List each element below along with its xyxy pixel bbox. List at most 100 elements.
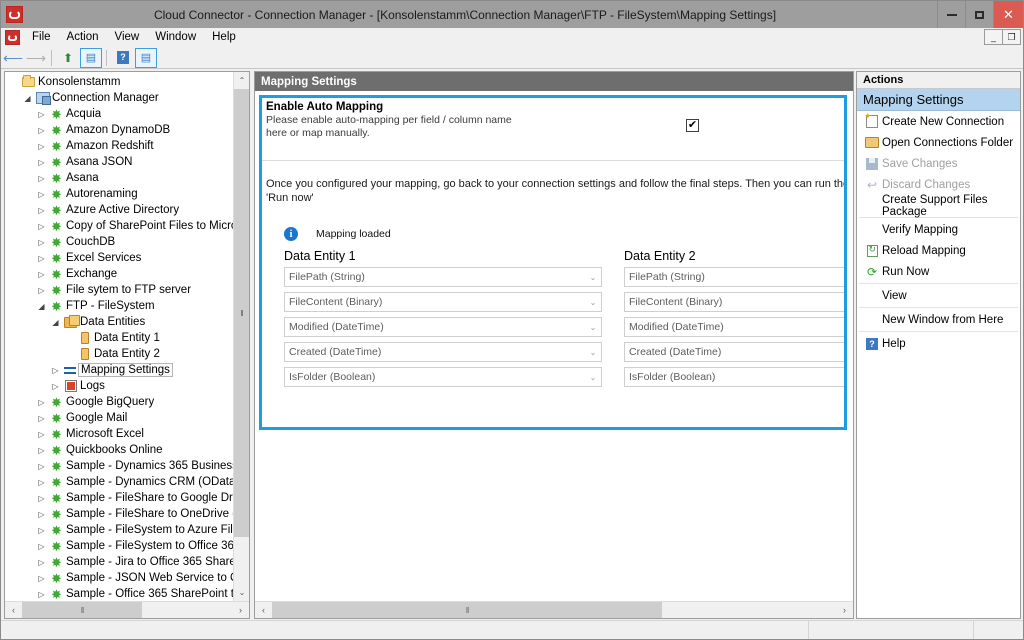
- maximize-button[interactable]: [965, 1, 993, 28]
- tree-item[interactable]: ▷✸Google Mail: [5, 410, 233, 426]
- tree-item[interactable]: ▷✸Exchange: [5, 266, 233, 282]
- tree-expander-icon[interactable]: ▷: [35, 110, 48, 119]
- field-mapping-dropdown[interactable]: FilePath (String): [624, 267, 847, 287]
- menu-item-action[interactable]: Action: [59, 29, 107, 45]
- tree-expander-icon[interactable]: ▷: [35, 174, 48, 183]
- tree-expander-icon[interactable]: ▷: [35, 510, 48, 519]
- tree-item[interactable]: ▷✸Autorenaming: [5, 186, 233, 202]
- tree-item[interactable]: ▷✸Sample - FileShare to Google Drive: [5, 490, 233, 506]
- tree-expander-icon[interactable]: ▷: [35, 270, 48, 279]
- detail-horizontal-scrollbar[interactable]: ‹ ‖ ›: [255, 601, 853, 618]
- action-item[interactable]: Create New Connection: [857, 111, 1020, 132]
- back-arrow-icon[interactable]: ⟵: [2, 48, 24, 68]
- tree-item[interactable]: ▷✸Asana: [5, 170, 233, 186]
- tree-expander-icon[interactable]: ▷: [35, 398, 48, 407]
- tree-item[interactable]: ▷✸Azure Active Directory: [5, 202, 233, 218]
- tree-expander-icon[interactable]: ▷: [49, 382, 62, 391]
- chevron-down-icon[interactable]: ⌄: [585, 323, 601, 332]
- tree-vertical-scrollbar[interactable]: ⌃ ‖ ⌄: [233, 72, 249, 601]
- tree-item[interactable]: ▷✸CouchDB: [5, 234, 233, 250]
- chevron-down-icon[interactable]: ⌄: [585, 348, 601, 357]
- action-item[interactable]: ?Help: [857, 333, 1020, 354]
- action-item[interactable]: View: [857, 285, 1020, 306]
- chevron-down-icon[interactable]: ⌄: [585, 298, 601, 307]
- forward-arrow-icon[interactable]: ⟶: [25, 48, 47, 68]
- enable-auto-mapping-checkbox[interactable]: ✔: [686, 119, 699, 132]
- up-one-level-icon[interactable]: ⬆: [57, 48, 79, 68]
- tree-expander-icon[interactable]: ▷: [35, 254, 48, 263]
- field-mapping-dropdown[interactable]: Modified (DateTime)⌄: [284, 317, 602, 337]
- action-item[interactable]: New Window from Here: [857, 309, 1020, 330]
- tree-expander-icon[interactable]: ▷: [35, 590, 48, 599]
- tree-expander-icon[interactable]: ▷: [35, 478, 48, 487]
- tree-item[interactable]: ▷✸Sample - FileSystem to Azure File Stor…: [5, 522, 233, 538]
- tree-item[interactable]: Konsolenstamm: [5, 74, 233, 90]
- field-mapping-dropdown[interactable]: FileContent (Binary)⌄: [284, 292, 602, 312]
- tree-expander-icon[interactable]: ▷: [35, 222, 48, 231]
- tree-item[interactable]: ▷✸Asana JSON: [5, 154, 233, 170]
- tree-item[interactable]: ▷Mapping Settings: [5, 362, 233, 378]
- tree-expander-icon[interactable]: ◢: [35, 302, 48, 311]
- help-icon[interactable]: ?: [112, 48, 134, 68]
- tree-vscroll-thumb[interactable]: ‖: [234, 89, 250, 537]
- detail-hscroll-thumb[interactable]: ‖: [272, 602, 662, 618]
- action-item[interactable]: Create Support Files Package: [857, 195, 1020, 216]
- field-mapping-dropdown[interactable]: FilePath (String)⌄: [284, 267, 602, 287]
- tree-expander-icon[interactable]: ▷: [35, 430, 48, 439]
- tree-expander-icon[interactable]: ▷: [35, 542, 48, 551]
- tree-item[interactable]: ▷✸Sample - Office 365 SharePoint to Micr: [5, 586, 233, 601]
- tree-item[interactable]: ▷✸Quickbooks Online: [5, 442, 233, 458]
- tree-expander-icon[interactable]: ◢: [49, 318, 62, 327]
- tree-item[interactable]: Data Entity 2: [5, 346, 233, 362]
- field-mapping-dropdown[interactable]: Created (DateTime): [624, 342, 847, 362]
- tree-expander-icon[interactable]: ▷: [35, 558, 48, 567]
- tree-item[interactable]: ▷✸Google BigQuery: [5, 394, 233, 410]
- tree-item[interactable]: ▷✸Amazon DynamoDB: [5, 122, 233, 138]
- tree-expander-icon[interactable]: ▷: [35, 446, 48, 455]
- tree-item[interactable]: ◢✸FTP - FileSystem: [5, 298, 233, 314]
- tree-expander-icon[interactable]: ▷: [35, 494, 48, 503]
- tree-item[interactable]: ▷✸Sample - JSON Web Service to Office 3: [5, 570, 233, 586]
- detail-hscroll-track[interactable]: ‖: [272, 602, 836, 618]
- tree-item[interactable]: ▷✸Sample - FileShare to OneDrive (FastFi…: [5, 506, 233, 522]
- chevron-down-icon[interactable]: ⌄: [585, 273, 601, 282]
- tree-expander-icon[interactable]: ▷: [35, 126, 48, 135]
- tree-vscroll-track[interactable]: ‖: [234, 89, 250, 584]
- tree-scroll-down-button[interactable]: ⌄: [234, 584, 250, 601]
- tree-item[interactable]: ▷✸Microsoft Excel: [5, 426, 233, 442]
- tree-item[interactable]: ▷Logs: [5, 378, 233, 394]
- tree-item[interactable]: ▷✸Sample - FileSystem to Office 365 Shar: [5, 538, 233, 554]
- action-item[interactable]: Verify Mapping: [857, 219, 1020, 240]
- field-mapping-dropdown[interactable]: Modified (DateTime): [624, 317, 847, 337]
- tree-expander-icon[interactable]: ▷: [35, 286, 48, 295]
- tree-expander-icon[interactable]: ▷: [35, 526, 48, 535]
- tree-item[interactable]: ▷✸Copy of SharePoint Files to Microsoft …: [5, 218, 233, 234]
- action-item[interactable]: ⟳Run Now: [857, 261, 1020, 282]
- tree-hscroll-thumb[interactable]: ‖: [22, 602, 142, 618]
- mdi-restore-button[interactable]: ❐: [1002, 29, 1021, 45]
- tree-scroll-left-button[interactable]: ‹: [5, 602, 22, 618]
- tree-expander-icon[interactable]: ▷: [35, 158, 48, 167]
- tree-horizontal-scrollbar[interactable]: ‹ ‖ ›: [5, 601, 249, 618]
- chevron-down-icon[interactable]: ⌄: [585, 373, 601, 382]
- tree-expander-icon[interactable]: ▷: [49, 366, 62, 375]
- minimize-button[interactable]: [937, 1, 965, 28]
- tree-expander-icon[interactable]: ▷: [35, 574, 48, 583]
- field-mapping-dropdown[interactable]: IsFolder (Boolean)⌄: [284, 367, 602, 387]
- tree-item[interactable]: ▷✸Sample - Dynamics CRM (OData) to Of: [5, 474, 233, 490]
- tree-expander-icon[interactable]: ◢: [21, 94, 34, 103]
- detail-scroll-left-button[interactable]: ‹: [255, 602, 272, 618]
- tree-item[interactable]: ▷✸Excel Services: [5, 250, 233, 266]
- show-action-pane-icon[interactable]: ▤: [135, 48, 157, 68]
- tree-expander-icon[interactable]: ▷: [35, 462, 48, 471]
- tree-expander-icon[interactable]: ▷: [35, 238, 48, 247]
- menu-item-view[interactable]: View: [107, 29, 148, 45]
- tree-hscroll-track[interactable]: ‖: [22, 602, 232, 618]
- tree-item[interactable]: ▷✸Sample - Jira to Office 365 SharePoint: [5, 554, 233, 570]
- field-mapping-dropdown[interactable]: FileContent (Binary): [624, 292, 847, 312]
- menu-item-help[interactable]: Help: [204, 29, 244, 45]
- show-console-tree-icon[interactable]: ▤: [80, 48, 102, 68]
- tree-item[interactable]: ◢Connection Manager: [5, 90, 233, 106]
- tree-expander-icon[interactable]: ▷: [35, 142, 48, 151]
- action-item[interactable]: Reload Mapping: [857, 240, 1020, 261]
